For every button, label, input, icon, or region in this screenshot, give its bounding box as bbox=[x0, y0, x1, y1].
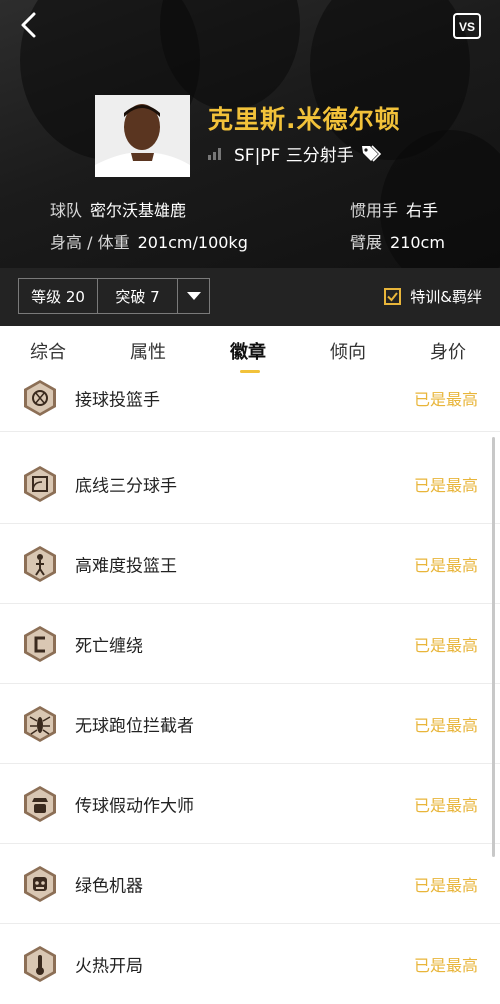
tag-icon[interactable] bbox=[360, 143, 382, 163]
list-item[interactable]: 绿色机器 已是最高 bbox=[0, 844, 500, 924]
corner-three-icon bbox=[24, 465, 56, 502]
tab-attributes[interactable]: 属性 bbox=[130, 338, 166, 364]
team-label: 球队 bbox=[50, 201, 83, 220]
player-position: SF|PF 三分射手 bbox=[234, 145, 354, 166]
green-machine-icon bbox=[24, 865, 56, 902]
badge-status: 已是最高 bbox=[413, 389, 478, 409]
catch-shoot-icon bbox=[24, 379, 56, 416]
tab-tendencies[interactable]: 倾向 bbox=[330, 338, 366, 364]
badge-name: 死亡缠绕 bbox=[75, 636, 143, 656]
signal-bars-icon bbox=[208, 148, 221, 160]
tab-badges[interactable]: 徽章 bbox=[230, 338, 266, 364]
difficult-shot-icon bbox=[24, 545, 56, 582]
death-grip-icon bbox=[24, 625, 56, 662]
wingspan-value: 210cm bbox=[390, 233, 445, 252]
dropdown-button[interactable] bbox=[178, 278, 210, 314]
position-row: SF|PF 三分射手 bbox=[208, 142, 382, 166]
team-info: 球队 密尔沃基雄鹿 bbox=[50, 197, 186, 221]
player-name: 克里斯.米德尔顿 bbox=[208, 105, 401, 134]
badge-status: 已是最高 bbox=[413, 875, 478, 895]
wingspan-info: 臂展 210cm bbox=[350, 229, 445, 253]
toggle-label: 特训&羁绊 bbox=[410, 288, 482, 306]
training-bond-toggle[interactable]: 特训&羁绊 bbox=[384, 286, 482, 307]
badge-name: 绿色机器 bbox=[75, 876, 143, 896]
compare-vs-button[interactable]: VS bbox=[452, 12, 482, 40]
hot-start-icon bbox=[24, 946, 56, 982]
list-item[interactable]: 死亡缠绕 已是最高 bbox=[0, 604, 500, 684]
off-ball-pest-icon bbox=[24, 705, 56, 742]
badge-name: 高难度投篮王 bbox=[75, 556, 177, 576]
list-item[interactable]: 底线三分球手 已是最高 bbox=[0, 444, 500, 524]
team-value: 密尔沃基雄鹿 bbox=[90, 201, 187, 220]
level-selector[interactable]: 等级 20 bbox=[18, 278, 98, 314]
badge-status: 已是最高 bbox=[413, 795, 478, 815]
badge-status: 已是最高 bbox=[413, 475, 478, 495]
badge-name: 无球跑位拦截者 bbox=[75, 716, 194, 736]
badge-status: 已是最高 bbox=[413, 956, 478, 975]
list-item[interactable]: 火热开局 已是最高 bbox=[0, 924, 500, 1004]
height-weight-info: 身高 / 体重 201cm/100kg bbox=[50, 229, 248, 253]
height-weight-label: 身高 / 体重 bbox=[50, 233, 130, 252]
hand-value: 右手 bbox=[406, 201, 439, 220]
badge-status: 已是最高 bbox=[413, 555, 478, 575]
back-chevron-icon bbox=[21, 12, 36, 38]
pass-fake-icon bbox=[24, 785, 56, 822]
list-item[interactable]: 无球跑位拦截者 已是最高 bbox=[0, 684, 500, 764]
badge-status: 已是最高 bbox=[413, 715, 478, 735]
badge-name: 底线三分球手 bbox=[75, 476, 177, 496]
badge-name: 火热开局 bbox=[75, 956, 143, 977]
list-item[interactable]: 传球假动作大师 已是最高 bbox=[0, 764, 500, 844]
hand-label: 惯用手 bbox=[350, 201, 399, 220]
player-avatar bbox=[95, 95, 190, 177]
player-header: VS 克里斯.米德尔顿 SF|PF 三分射手 球队密尔沃基雄鹿 惯用手右手 bbox=[0, 0, 500, 268]
scrollbar[interactable] bbox=[492, 437, 495, 857]
tab-overview[interactable]: 综合 bbox=[30, 338, 66, 364]
badge-name: 传球假动作大师 bbox=[75, 796, 194, 816]
list-item[interactable]: 高难度投篮王 已是最高 bbox=[0, 524, 500, 604]
vs-icon: VS bbox=[453, 13, 481, 39]
check-icon bbox=[387, 292, 399, 302]
triangle-down-icon bbox=[186, 292, 201, 300]
list-item[interactable]: 接球投篮手 已是最高 bbox=[0, 364, 500, 432]
badge-name: 接球投篮手 bbox=[75, 390, 160, 410]
breakthrough-selector[interactable]: 突破 7 bbox=[98, 278, 178, 314]
wingspan-label: 臂展 bbox=[350, 233, 383, 252]
height-weight-value: 201cm/100kg bbox=[137, 233, 248, 252]
badge-status: 已是最高 bbox=[413, 635, 478, 655]
svg-text:VS: VS bbox=[459, 20, 475, 34]
checkbox[interactable] bbox=[384, 288, 402, 305]
back-button[interactable] bbox=[14, 10, 44, 40]
hand-info: 惯用手 右手 bbox=[350, 197, 438, 221]
tab-value[interactable]: 身价 bbox=[430, 338, 466, 364]
level-controls-bar: 等级 20 突破 7 特训&羁绊 bbox=[0, 268, 500, 326]
